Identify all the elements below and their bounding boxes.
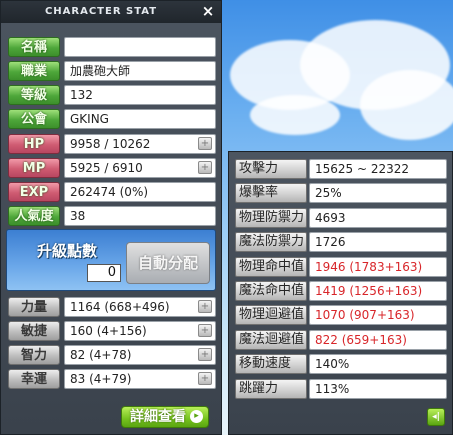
window-title: CHARACTER STAT — [44, 6, 158, 17]
detail-view-label: 詳細查看 — [130, 409, 186, 425]
info-row-label: EXP — [8, 182, 60, 202]
detail-view-button[interactable]: 詳細查看 ▸ — [121, 406, 209, 428]
detail-row: 移動速度 140% — [235, 354, 447, 375]
detail-row-label: 跳躍力 — [235, 378, 307, 399]
detail-row: 物理迴避值 1070 (907+163) — [235, 305, 447, 326]
info-row: HP 9958 / 10262 + — [8, 134, 216, 154]
stat-row-value: 160 (4+156) — [64, 321, 216, 341]
detail-stat-window: 攻擊力 15625 ~ 22322 爆擊率 25% 物理防禦力 4693 魔法防禦力 1726… — [228, 151, 453, 435]
info-row-value: 加農砲大師 — [64, 61, 216, 81]
ability-points-value: 0 — [87, 264, 121, 282]
detail-row-label: 攻擊力 — [235, 159, 307, 179]
plus-icon[interactable]: + — [198, 137, 212, 150]
detail-row-label: 魔法防禦力 — [235, 232, 307, 253]
stat-row: 智力 82 (4+78) + — [8, 345, 216, 365]
close-icon[interactable]: × — [200, 3, 216, 19]
info-row: 等級 132 — [8, 85, 216, 105]
detail-row: 魔法迴避值 822 (659+163) — [235, 329, 447, 350]
detail-row: 物理防禦力 4693 — [235, 207, 447, 228]
detail-row-label: 物理命中值 — [235, 256, 307, 277]
detail-row-value: 113% — [309, 378, 447, 399]
detail-row-value: 822 (659+163) — [309, 329, 447, 350]
info-row-label: 職業 — [8, 61, 60, 81]
detail-row-label: 爆擊率 — [235, 183, 307, 204]
auto-assign-button[interactable]: 自動分配 — [126, 242, 210, 284]
ability-points-title: 升級點數 — [37, 242, 98, 260]
info-row: 名稱 — [8, 37, 216, 57]
info-row: EXP 262474 (0%) — [8, 182, 216, 202]
plus-icon[interactable]: + — [198, 161, 212, 174]
info-row-value — [64, 37, 216, 57]
plus-icon[interactable]: + — [198, 372, 212, 385]
stat-row-label: 力量 — [8, 297, 60, 317]
info-row-value: 38 — [64, 206, 216, 226]
info-row-value: 262474 (0%) — [64, 182, 216, 202]
stat-row-value: 83 (4+79) — [64, 369, 216, 389]
detail-row: 爆擊率 25% — [235, 183, 447, 204]
ability-points-panel: 升級點數 0 自動分配 — [6, 229, 216, 291]
stat-row-label: 智力 — [8, 345, 60, 365]
info-row: 職業 加農砲大師 — [8, 61, 216, 81]
stat-row-label: 幸運 — [8, 369, 60, 389]
plus-icon[interactable]: + — [198, 348, 212, 361]
info-row-label: 公會 — [8, 109, 60, 129]
info-row-value: GKING — [64, 109, 216, 129]
detail-row-value: 1946 (1783+163) — [309, 256, 447, 277]
info-row-label: HP — [8, 134, 60, 154]
stat-row: 幸運 83 (4+79) + — [8, 369, 216, 389]
stat-row-label: 敏捷 — [8, 321, 60, 341]
detail-row: 物理命中值 1946 (1783+163) — [235, 256, 447, 277]
info-row: MP 5925 / 6910 + — [8, 158, 216, 178]
detail-row-value: 1070 (907+163) — [309, 305, 447, 326]
collapse-detail-button[interactable]: ◂| — [427, 408, 445, 426]
detail-row: 魔法命中值 1419 (1256+163) — [235, 281, 447, 301]
detail-row-label: 物理迴避值 — [235, 305, 307, 326]
stat-row: 敏捷 160 (4+156) + — [8, 321, 216, 341]
detail-row-value: 15625 ~ 22322 — [309, 159, 447, 179]
plus-icon[interactable]: + — [198, 324, 212, 337]
info-row-label: 人氣度 — [8, 206, 60, 226]
detail-row-value: 25% — [309, 183, 447, 204]
detail-row-label: 物理防禦力 — [235, 207, 307, 228]
info-row-label: 名稱 — [8, 37, 60, 57]
info-row-value: 9958 / 10262 — [64, 134, 216, 154]
detail-row-value: 4693 — [309, 207, 447, 228]
info-row: 公會 GKING — [8, 109, 216, 129]
info-row-label: 等級 — [8, 85, 60, 105]
title-bar[interactable]: CHARACTER STAT × — [1, 1, 221, 23]
detail-row: 魔法防禦力 1726 — [235, 232, 447, 253]
character-stat-window: CHARACTER STAT × 名稱 職業 加農砲大師 等級 132 公會 GKING HP… — [0, 0, 222, 435]
stat-row: 力量 1164 (668+496) + — [8, 297, 216, 317]
info-row: 人氣度 38 — [8, 206, 216, 226]
info-row-label: MP — [8, 158, 60, 178]
detail-row-label: 魔法命中值 — [235, 281, 307, 301]
detail-row-value: 1419 (1256+163) — [309, 281, 447, 301]
arrow-right-icon: ▸ — [190, 410, 203, 423]
stat-row-value: 82 (4+78) — [64, 345, 216, 365]
detail-row-value: 140% — [309, 354, 447, 375]
info-row-value: 5925 / 6910 — [64, 158, 216, 178]
detail-row-label: 魔法迴避值 — [235, 329, 307, 350]
detail-row: 跳躍力 113% — [235, 378, 447, 399]
info-row-value: 132 — [64, 85, 216, 105]
detail-row: 攻擊力 15625 ~ 22322 — [235, 159, 447, 179]
detail-row-label: 移動速度 — [235, 354, 307, 375]
detail-row-value: 1726 — [309, 232, 447, 253]
plus-icon[interactable]: + — [198, 300, 212, 313]
stat-row-value: 1164 (668+496) — [64, 297, 216, 317]
